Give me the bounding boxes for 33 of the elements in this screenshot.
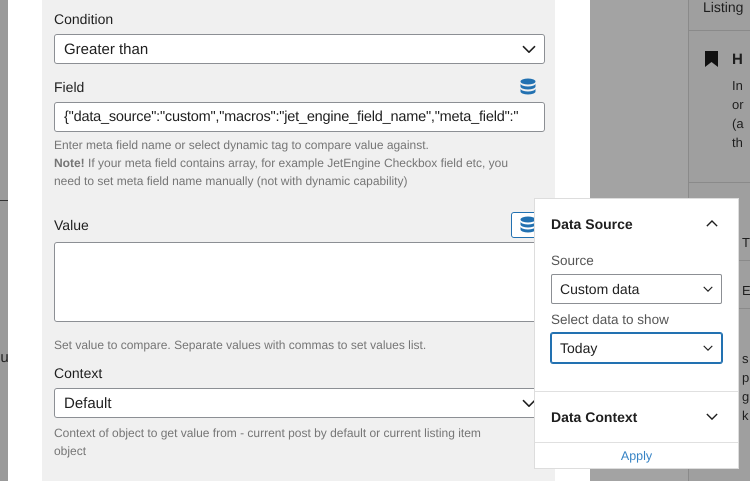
popover-select[interactable]: Today xyxy=(551,333,722,363)
chevron-down-icon xyxy=(703,345,713,351)
help-text: Set value to compare. Separate values with commas to set values list. xyxy=(54,337,428,354)
condition-select[interactable]: Greater than xyxy=(54,34,545,64)
notice-text: th xyxy=(732,134,744,152)
field-label: Value xyxy=(54,216,89,234)
popover-select[interactable]: Custom data xyxy=(551,274,722,304)
chevron-down-icon xyxy=(522,398,536,408)
input-field[interactable]: {"data_source":"custom","macros":"jet_engine_field_name","meta_field":" xyxy=(54,102,545,132)
field-label: Condition xyxy=(54,10,114,28)
notice-text: or xyxy=(732,96,744,114)
chevron-down-icon xyxy=(522,44,536,54)
sidebar-title: Listing xyxy=(689,0,750,31)
notice-title: H xyxy=(732,51,744,68)
sidebar-text: s xyxy=(742,350,750,368)
help-text: Enter meta field name or select dynamic tag to compare value against. Note! If your meta field contains array, for example JetEngine Checkbox field etc, you need to set meta field name manually (not with dynamic capability) xyxy=(54,137,510,190)
field-label: Source xyxy=(551,253,595,268)
help-text: Context of object to get value from - current post by default or current listing item object xyxy=(54,425,482,460)
notice-text: In xyxy=(732,77,744,95)
background-text: u xyxy=(0,351,8,367)
chevron-up-icon xyxy=(706,220,718,228)
field-label: Field xyxy=(54,78,84,96)
chevron-down-icon xyxy=(706,413,718,421)
field-label: Select data to show xyxy=(551,312,670,327)
sidebar-text: k xyxy=(742,407,750,425)
notice-text: (a xyxy=(732,115,744,133)
field-label: Context xyxy=(54,364,102,382)
bookmark-icon xyxy=(705,51,718,67)
database-icon xyxy=(520,216,536,234)
database-icon xyxy=(520,78,536,96)
sidebar-text: p xyxy=(742,369,750,387)
chevron-down-icon xyxy=(703,286,713,292)
sidebar-text: g xyxy=(742,388,750,406)
